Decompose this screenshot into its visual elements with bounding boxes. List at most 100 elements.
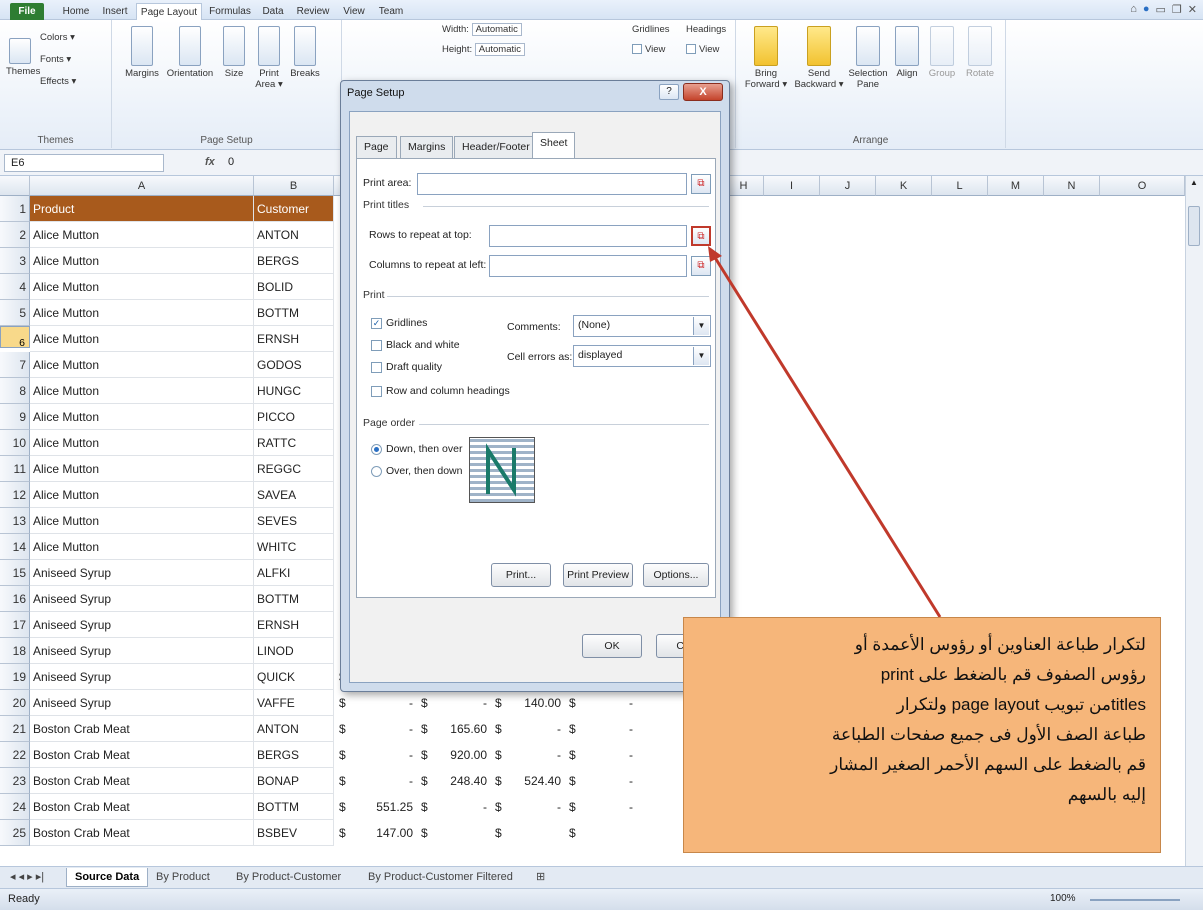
rotate-button[interactable]: Rotate	[962, 26, 998, 79]
value-cell[interactable]: $	[418, 690, 428, 716]
header-cell-customer[interactable]: Customer	[254, 196, 334, 222]
value-cell[interactable]: -	[346, 742, 416, 768]
product-cell[interactable]: Alice Mutton	[30, 300, 254, 326]
value-cell[interactable]: $	[492, 794, 502, 820]
row-header[interactable]: 22	[0, 742, 30, 768]
product-cell[interactable]: Aniseed Syrup	[30, 638, 254, 664]
customer-cell[interactable]: ANTON	[254, 222, 334, 248]
product-cell[interactable]: Alice Mutton	[30, 404, 254, 430]
send-backward-button[interactable]: Send Backward ▾	[794, 26, 844, 90]
fonts-button[interactable]: Fonts ▾	[40, 54, 71, 65]
value-cell[interactable]: -	[576, 690, 636, 716]
scroll-up-icon[interactable]: ▲	[1188, 178, 1200, 190]
row-header[interactable]: 14	[0, 534, 30, 560]
customer-cell[interactable]: BERGS	[254, 742, 334, 768]
value-cell[interactable]: $	[492, 742, 502, 768]
close-icon[interactable]: ✕	[1188, 3, 1197, 16]
print-button[interactable]: Print...	[491, 563, 551, 587]
value-cell[interactable]: $	[336, 768, 346, 794]
product-cell[interactable]: Alice Mutton	[30, 326, 254, 352]
sheet-tab-source-data[interactable]: Source Data	[66, 868, 149, 887]
column-header-b[interactable]: B	[254, 176, 334, 196]
value-cell[interactable]: $	[566, 768, 576, 794]
themes-button[interactable]: Themes	[6, 38, 40, 77]
row-header[interactable]: 18	[0, 638, 30, 664]
value-cell[interactable]: $	[492, 690, 502, 716]
row-header[interactable]: 7	[0, 352, 30, 378]
tab-data[interactable]: Data	[258, 3, 288, 20]
column-header-i[interactable]: I	[764, 176, 820, 196]
margins-button[interactable]: Margins	[122, 26, 162, 79]
rows-repeat-collapse-icon[interactable]: ⧉	[691, 226, 711, 246]
customer-cell[interactable]: SAVEA	[254, 482, 334, 508]
dialog-tab-margins[interactable]: Margins	[400, 136, 454, 158]
comments-select[interactable]: (None) ▼	[573, 315, 711, 337]
value-cell[interactable]: 524.40	[502, 768, 564, 794]
value-cell[interactable]	[502, 820, 564, 846]
customer-cell[interactable]: BONAP	[254, 768, 334, 794]
vertical-scrollbar[interactable]: ▲	[1185, 176, 1203, 866]
value-cell[interactable]: $	[566, 820, 576, 846]
row-header[interactable]: 5	[0, 300, 30, 326]
customer-cell[interactable]: PICCO	[254, 404, 334, 430]
row-header[interactable]: 20	[0, 690, 30, 716]
cols-repeat-input[interactable]	[489, 255, 687, 277]
value-cell[interactable]: -	[346, 690, 416, 716]
tab-view[interactable]: View	[338, 3, 370, 20]
dialog-close-button[interactable]: X	[683, 83, 723, 101]
tab-review[interactable]: Review	[292, 3, 334, 20]
value-cell[interactable]: -	[576, 768, 636, 794]
product-cell[interactable]: Aniseed Syrup	[30, 612, 254, 638]
product-cell[interactable]: Aniseed Syrup	[30, 560, 254, 586]
row-header[interactable]: 23	[0, 768, 30, 794]
height-control[interactable]: Height: Automatic	[442, 43, 525, 56]
customer-cell[interactable]: SEVES	[254, 508, 334, 534]
align-button[interactable]: Align	[892, 26, 922, 79]
value-cell[interactable]: $	[492, 820, 502, 846]
customer-cell[interactable]: ALFKI	[254, 560, 334, 586]
colors-button[interactable]: Colors ▾	[40, 32, 75, 43]
row-header[interactable]: 1	[0, 196, 30, 222]
customer-cell[interactable]: RATTC	[254, 430, 334, 456]
minimize-icon[interactable]: ▭	[1156, 3, 1166, 16]
product-cell[interactable]: Alice Mutton	[30, 352, 254, 378]
product-cell[interactable]: Alice Mutton	[30, 508, 254, 534]
value-cell[interactable]: 920.00	[428, 742, 490, 768]
value-cell[interactable]: $	[566, 716, 576, 742]
column-header-j[interactable]: J	[820, 176, 876, 196]
header-cell-product[interactable]: Product	[30, 196, 254, 222]
row-header[interactable]: 17	[0, 612, 30, 638]
row-header[interactable]: 19	[0, 664, 30, 690]
value-cell[interactable]: 140.00	[502, 690, 564, 716]
value-cell[interactable]: -	[502, 742, 564, 768]
value-cell[interactable]: $	[492, 768, 502, 794]
product-cell[interactable]: Boston Crab Meat	[30, 820, 254, 846]
value-cell[interactable]: $	[566, 690, 576, 716]
product-cell[interactable]: Alice Mutton	[30, 456, 254, 482]
value-cell[interactable]	[576, 820, 636, 846]
insert-sheet-icon[interactable]: ⊞	[528, 868, 553, 887]
product-cell[interactable]: Boston Crab Meat	[30, 768, 254, 794]
width-control[interactable]: Width: Automatic	[442, 23, 522, 36]
customer-cell[interactable]: REGGC	[254, 456, 334, 482]
customer-cell[interactable]: BOTTM	[254, 586, 334, 612]
product-cell[interactable]: Alice Mutton	[30, 534, 254, 560]
value-cell[interactable]: -	[428, 794, 490, 820]
value-cell[interactable]: $	[336, 690, 346, 716]
cols-repeat-collapse-icon[interactable]: ⧉	[691, 256, 711, 276]
customer-cell[interactable]: LINOD	[254, 638, 334, 664]
customer-cell[interactable]: QUICK	[254, 664, 334, 690]
value-cell[interactable]: 147.00	[346, 820, 416, 846]
value-cell[interactable]: -	[576, 794, 636, 820]
customer-cell[interactable]: BOLID	[254, 274, 334, 300]
column-header-l[interactable]: L	[932, 176, 988, 196]
product-cell[interactable]: Boston Crab Meat	[30, 716, 254, 742]
row-header[interactable]: 3	[0, 248, 30, 274]
tab-formulas[interactable]: Formulas	[206, 3, 254, 20]
value-cell[interactable]: -	[502, 716, 564, 742]
value-cell[interactable]: -	[346, 716, 416, 742]
tab-insert[interactable]: Insert	[98, 3, 132, 20]
tab-team[interactable]: Team	[374, 3, 408, 20]
row-header[interactable]: 13	[0, 508, 30, 534]
row-header[interactable]: 8	[0, 378, 30, 404]
